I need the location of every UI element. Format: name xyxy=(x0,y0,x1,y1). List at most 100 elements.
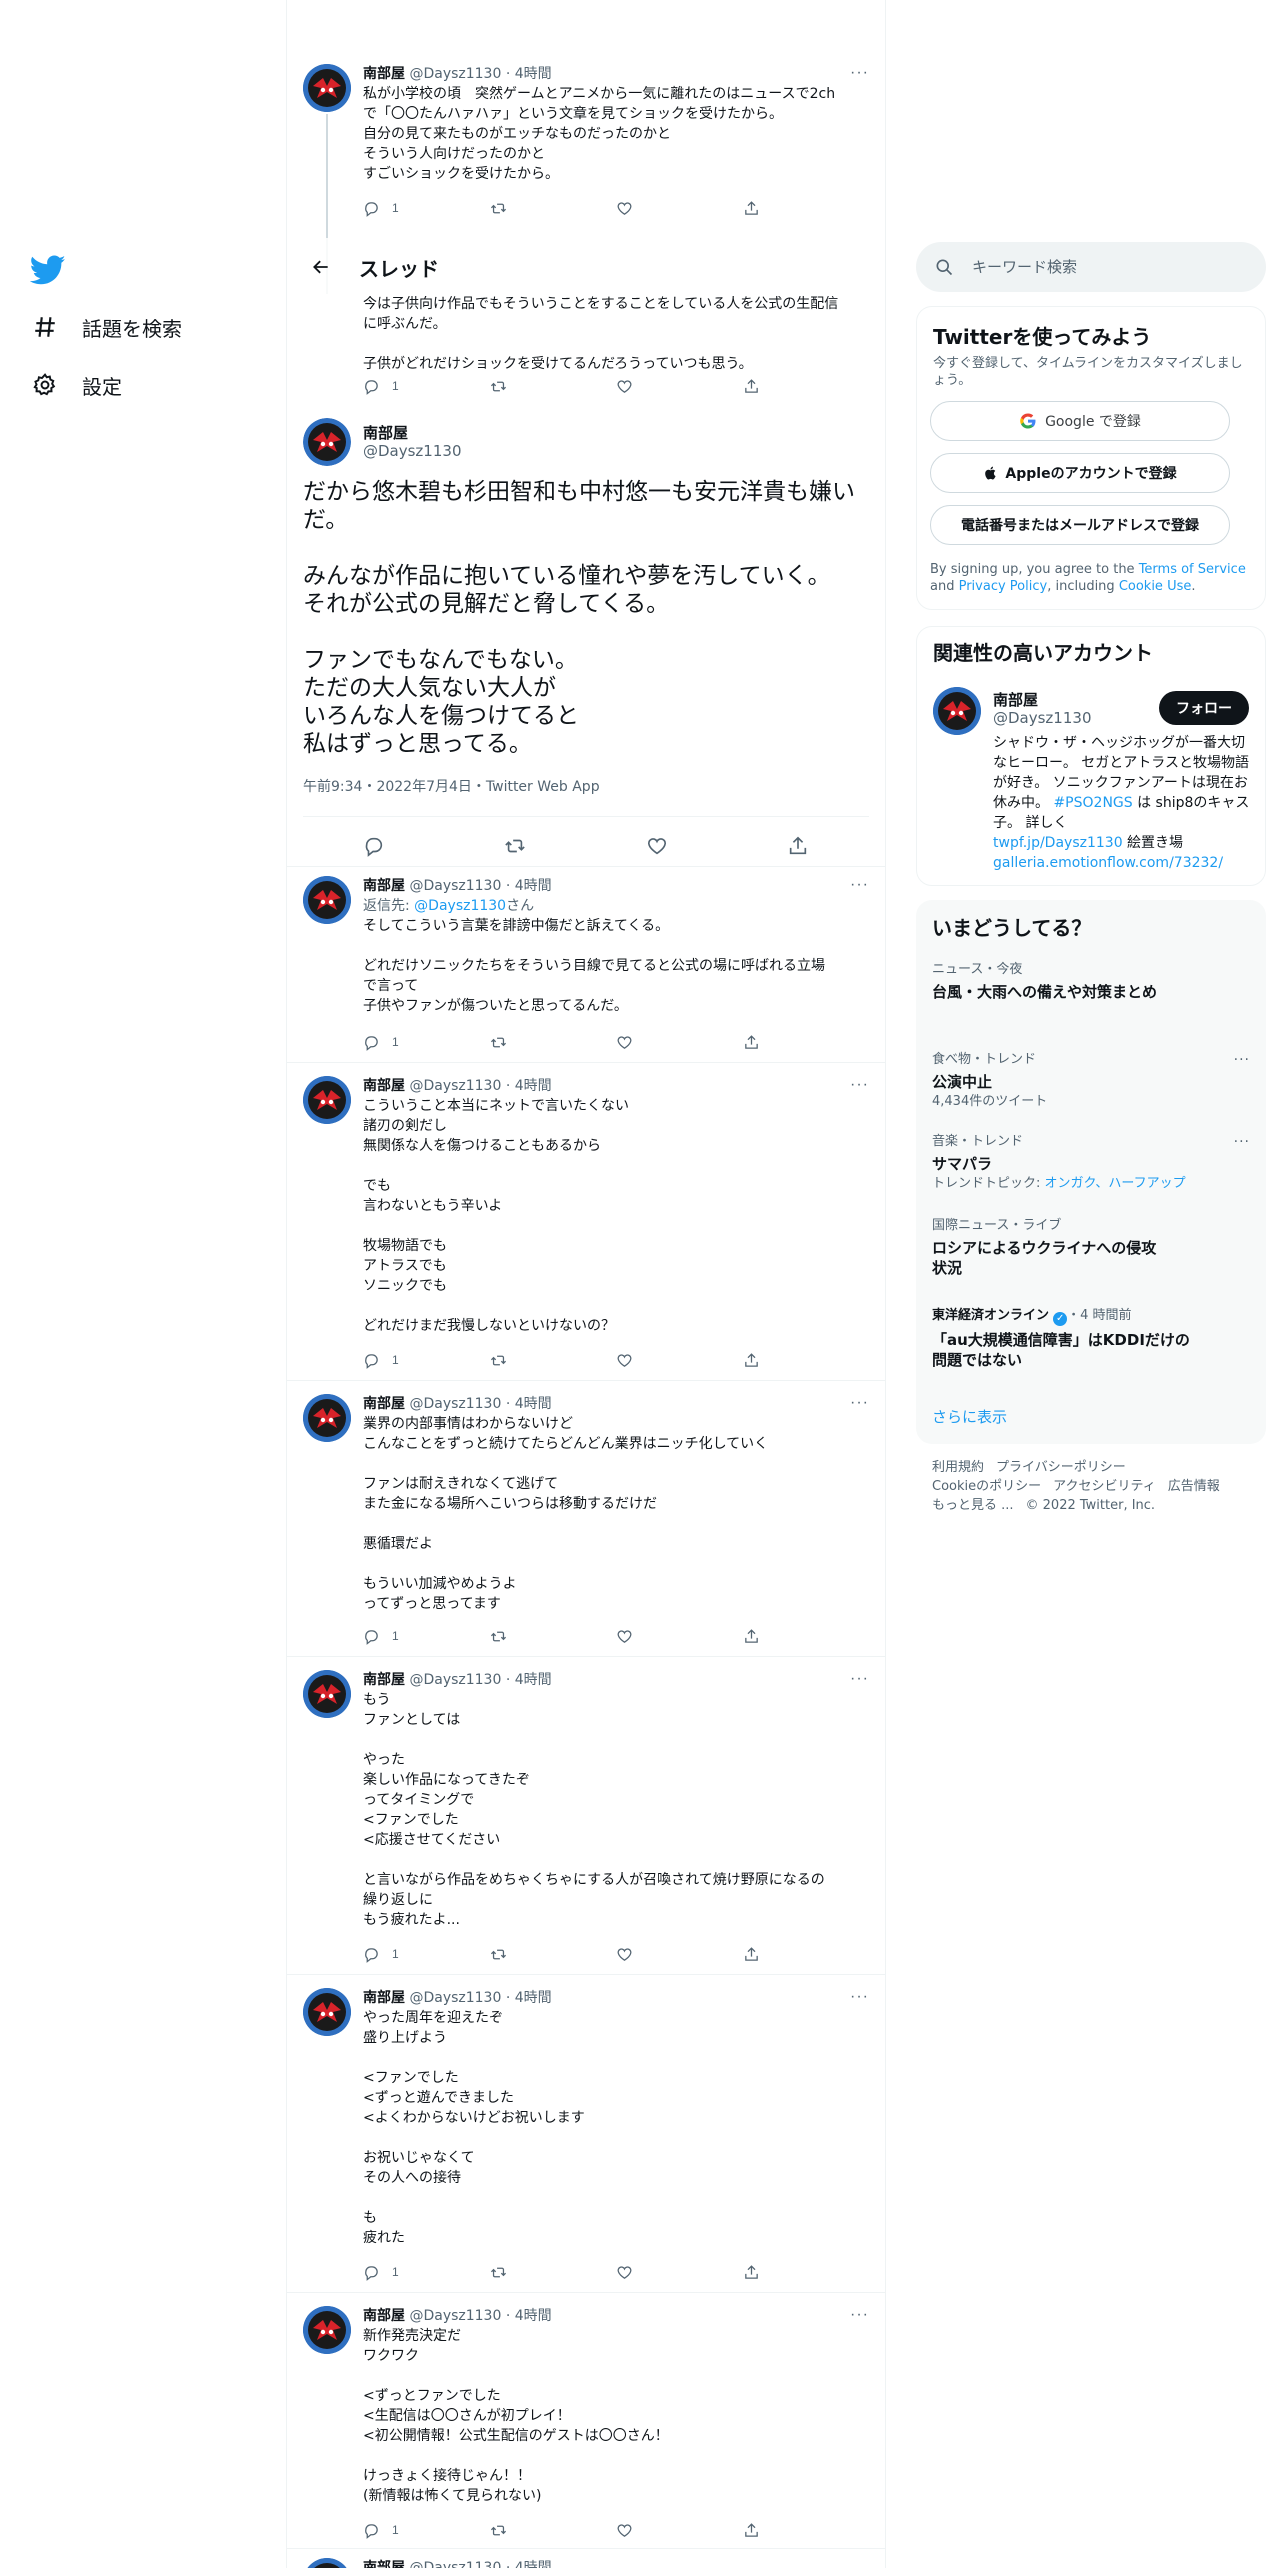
author-handle[interactable]: @Daysz1130 xyxy=(409,1396,501,1412)
author-name[interactable]: 南部屋 xyxy=(363,2308,405,2324)
nav-explore[interactable]: 話題を検索 xyxy=(30,312,182,342)
terms-link[interactable]: Terms of Service xyxy=(1139,562,1246,577)
footer-link[interactable]: プライバシーポリシー xyxy=(996,1460,1126,1475)
reply-tweet[interactable]: 南部屋 @Daysz1130 · 4時間 こういうこと本当にネットで言いたくない… xyxy=(287,1076,885,1376)
reply-tweet[interactable]: 南部屋 @Daysz1130 · 4時間 もう ファンとしては やった 楽しい作… xyxy=(287,1670,885,1963)
trend-item[interactable]: ニュース・今夜 台風・大雨への備えや対策まとめ xyxy=(932,962,1250,1002)
like-button[interactable] xyxy=(616,1350,656,1370)
reply-button[interactable] xyxy=(363,835,385,862)
retweet-button[interactable] xyxy=(490,198,530,218)
like-button[interactable] xyxy=(616,1032,656,1052)
footer-link[interactable]: もっと見る ... xyxy=(932,1498,1014,1513)
share-button[interactable] xyxy=(743,376,783,396)
author-handle[interactable]: @Daysz1130 xyxy=(409,1990,501,2006)
more-options-icon[interactable]: ··· xyxy=(1234,1052,1250,1068)
retweet-button[interactable] xyxy=(490,376,530,396)
reply-tweet[interactable]: 南部屋 @Daysz1130 · 4時間 xyxy=(287,2558,885,2568)
cookie-link[interactable]: Cookie Use xyxy=(1119,579,1192,594)
author-name[interactable]: 南部屋 xyxy=(363,1990,405,2006)
trend-item[interactable]: 音楽・トレンド サマパラ トレンドトピック: オンガク、ハーフアップ ··· xyxy=(932,1134,1250,1192)
share-button[interactable] xyxy=(743,198,783,218)
more-options-icon[interactable]: ··· xyxy=(850,1076,869,1094)
author-name[interactable]: 南部屋 xyxy=(363,422,408,443)
tweet-metadata[interactable]: 午前9:34・2022年7月4日・Twitter Web App xyxy=(303,776,600,796)
author-handle[interactable]: @Daysz1130 xyxy=(409,878,501,894)
avatar[interactable] xyxy=(303,418,351,466)
share-button[interactable] xyxy=(743,1944,783,1964)
share-button[interactable] xyxy=(743,2262,783,2282)
trend-topic-links[interactable]: オンガク、ハーフアップ xyxy=(1045,1176,1186,1191)
avatar[interactable] xyxy=(303,876,351,924)
retweet-button[interactable] xyxy=(490,1350,530,1370)
footer-link[interactable]: アクセシビリティ xyxy=(1053,1479,1156,1494)
retweet-button[interactable] xyxy=(490,2520,530,2540)
more-options-icon[interactable]: ··· xyxy=(850,876,869,894)
reply-button[interactable]: 1 xyxy=(363,198,403,218)
avatar[interactable] xyxy=(303,2558,351,2568)
reply-button[interactable]: 1 xyxy=(363,2520,403,2540)
account-handle[interactable]: @Daysz1130 xyxy=(993,709,1091,727)
author-handle[interactable]: @Daysz1130 xyxy=(409,1672,501,1688)
author-name[interactable]: 南部屋 xyxy=(363,878,405,894)
tweet-time[interactable]: 4時間 xyxy=(515,1078,552,1094)
tweet-time[interactable]: 4時間 xyxy=(515,66,552,82)
more-options-icon[interactable]: ··· xyxy=(1234,1134,1250,1150)
apple-signup-button[interactable]: Appleのアカウントで登録 xyxy=(930,453,1230,493)
thread-tweet[interactable]: 南部屋 @Daysz1130 · 4時間 私が小学校の頃 突然ゲームとアニメから… xyxy=(287,64,885,294)
author-handle[interactable]: @Daysz1130 xyxy=(409,2308,501,2324)
more-options-icon[interactable]: ··· xyxy=(850,1988,869,2006)
like-button[interactable] xyxy=(616,1626,656,1646)
retweet-button[interactable] xyxy=(504,835,526,862)
bio-link[interactable]: twpf.jp/Daysz1130 xyxy=(993,835,1123,851)
tweet-time[interactable]: 4時間 xyxy=(515,1990,552,2006)
trend-item[interactable]: 国際ニュース・ライブ ロシアによるウクライナへの侵攻 状況 xyxy=(932,1218,1250,1278)
reply-button[interactable]: 1 xyxy=(363,1350,403,1370)
more-options-icon[interactable]: ··· xyxy=(850,1394,869,1412)
phone-email-signup-button[interactable]: 電話番号またはメールアドレスで登録 xyxy=(930,505,1230,545)
reply-button[interactable]: 1 xyxy=(363,2262,403,2282)
retweet-button[interactable] xyxy=(490,1032,530,1052)
retweet-button[interactable] xyxy=(490,2262,530,2282)
bio-link[interactable]: galleria.emotionflow.com/73232/ xyxy=(993,855,1223,871)
avatar[interactable] xyxy=(303,2306,351,2354)
share-button[interactable] xyxy=(787,835,809,862)
author-handle[interactable]: @Daysz1130 xyxy=(363,442,461,460)
share-button[interactable] xyxy=(743,2520,783,2540)
like-button[interactable] xyxy=(616,2262,656,2282)
back-arrow-icon[interactable] xyxy=(303,249,339,285)
more-options-icon[interactable]: ··· xyxy=(850,1670,869,1688)
google-signup-button[interactable]: Google で登録 xyxy=(930,401,1230,441)
like-button[interactable] xyxy=(616,1944,656,1964)
reply-tweet[interactable]: 南部屋 @Daysz1130 · 4時間 新作発売決定だ ワクワク <ずっとファ… xyxy=(287,2306,885,2556)
retweet-button[interactable] xyxy=(490,1944,530,1964)
footer-link[interactable]: 利用規約 xyxy=(932,1460,984,1475)
nav-settings[interactable]: 設定 xyxy=(30,370,122,400)
follow-button[interactable]: フォロー xyxy=(1159,691,1249,725)
like-button[interactable] xyxy=(646,835,668,862)
tweet-time[interactable]: 4時間 xyxy=(515,2308,552,2324)
search-box[interactable] xyxy=(916,242,1266,292)
reply-tweet[interactable]: 南部屋 @Daysz1130 · 4時間 返信先: @Daysz1130さん そ… xyxy=(287,876,885,1058)
reply-button[interactable]: 1 xyxy=(363,1626,403,1646)
search-input[interactable] xyxy=(972,258,1232,276)
share-button[interactable] xyxy=(743,1350,783,1370)
tweet-time[interactable]: 4時間 xyxy=(515,1672,552,1688)
avatar[interactable] xyxy=(303,64,351,112)
avatar[interactable] xyxy=(303,1394,351,1442)
news-item[interactable]: 東洋経済オンライン ✓ ・4 時間前 「au大規模通信障害」はKDDIだけの 問題… xyxy=(932,1308,1250,1370)
footer-link[interactable]: Cookieのポリシー xyxy=(932,1479,1041,1494)
reply-tweet[interactable]: 南部屋 @Daysz1130 · 4時間 業界の内部事情はわからないけど こんな… xyxy=(287,1394,885,1646)
author-name[interactable]: 南部屋 xyxy=(363,1396,405,1412)
reply-tweet[interactable]: 南部屋 @Daysz1130 · 4時間 やった周年を迎えたぞ 盛り上げよう <… xyxy=(287,1988,885,2281)
avatar[interactable] xyxy=(933,687,981,735)
reply-to-handle[interactable]: @Daysz1130 xyxy=(414,898,506,914)
more-options-icon[interactable]: ··· xyxy=(850,64,869,82)
author-name[interactable]: 南部屋 xyxy=(363,1672,405,1688)
author-handle[interactable]: @Daysz1130 xyxy=(409,1078,501,1094)
show-more-link[interactable]: さらに表示 xyxy=(932,1406,1007,1427)
trend-item[interactable]: 食べ物・トレンド 公演中止 4,434件のツイート ··· xyxy=(932,1052,1250,1110)
author-handle[interactable]: @Daysz1130 xyxy=(409,2560,501,2568)
author-handle[interactable]: @Daysz1130 xyxy=(409,66,501,82)
like-button[interactable] xyxy=(616,2520,656,2540)
tweet-time[interactable]: 4時間 xyxy=(515,878,552,894)
